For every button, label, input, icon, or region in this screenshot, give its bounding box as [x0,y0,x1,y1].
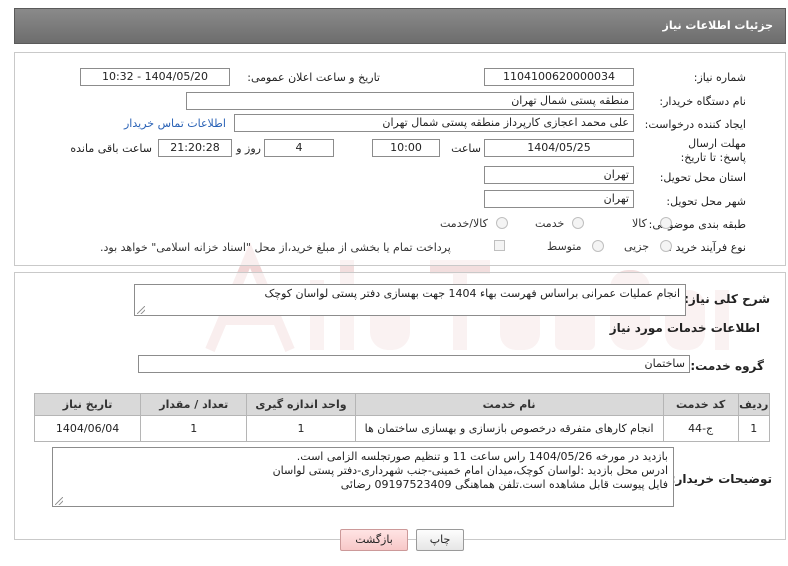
deadline-time-field: 10:00 [372,139,440,157]
category-radio-goods[interactable] [660,217,672,229]
cell-date: 1404/06/04 [33,415,142,442]
need-number-field: 1104100620000034 [484,68,634,86]
page-header: جزئیات اطلاعات نیاز [14,8,786,44]
col-quantity: تعداد / مقدار [140,393,248,416]
table-row: 1 ج-44 انجام کارهای متفرقه درخصوص بازساز… [33,415,771,442]
col-code: کد خدمت [662,393,739,416]
resize-grip-icon[interactable] [137,306,145,314]
buyer-notes-line: فایل پیوست قابل مشاهده است.تلفن هماهنگی … [340,478,668,491]
province-field: تهران [484,166,634,184]
col-date: تاریخ نیاز [33,393,142,416]
remaining-time-label: ساعت باقی مانده [70,142,152,155]
summary-textarea: انجام عملیات عمرانی براساس فهرست بهاء 14… [134,284,686,316]
cell-name: انجام کارهای متفرقه درخصوص بازسازی و بهس… [354,415,664,442]
cell-code: ج-44 [662,415,739,442]
buyer-notes-line: بازدید در مورخه 1404/05/26 راس ساعت 11 و… [296,450,668,463]
treasury-payment-note: پرداخت تمام یا بخشی از مبلغ خرید،از محل … [100,241,451,254]
process-type-label: نوع فرآیند خرید : [668,241,746,254]
summary-label: شرح کلی نیاز: [684,292,770,306]
category-option-goods-service: کالا/خدمت [440,217,488,230]
buyer-notes-textarea: بازدید در مورخه 1404/05/26 راس ساعت 11 و… [52,447,674,507]
announce-date-field: 1404/05/20 - 10:32 [80,68,230,86]
page-title: جزئیات اطلاعات نیاز [662,19,774,32]
city-label: شهر محل تحویل: [666,195,746,208]
deadline-date-field: 1404/05/25 [484,139,634,157]
services-section-title: اطلاعات خدمات مورد نیاز [609,321,760,335]
deadline-label-text: مهلت ارسال پاسخ: تا تاریخ: [680,137,746,164]
announce-date-label: تاریخ و ساعت اعلان عمومی: [247,71,380,84]
service-group-field: ساختمان [138,355,690,373]
deadline-time-label: ساعت [451,142,481,155]
col-name: نام خدمت [354,393,664,416]
resize-grip-icon[interactable] [55,497,63,505]
category-radio-service[interactable] [572,217,584,229]
remaining-time-field: 21:20:28 [158,139,232,157]
buyer-notes-line: ادرس محل بازدید :لواسان کوچک،میدان امام … [272,464,668,477]
buyer-contact-link[interactable]: اطلاعات تماس خریدار [124,117,226,130]
category-radio-goods-service[interactable] [496,217,508,229]
city-field: تهران [484,190,634,208]
deadline-label: مهلت ارسال پاسخ: تا تاریخ: [661,137,746,165]
services-table: ردیف کد خدمت نام خدمت واحد اندازه گیری ت… [33,393,771,442]
requester-field: علی محمد اعجازی کارپرداز منطقه پستی شمال… [234,114,634,132]
services-table-header: ردیف کد خدمت نام خدمت واحد اندازه گیری ت… [33,393,771,416]
requester-label: ایجاد کننده درخواست: [644,118,746,131]
buyer-org-label: نام دستگاه خریدار: [659,95,746,108]
col-unit: واحد اندازه گیری [246,393,356,416]
cell-unit: 1 [246,415,356,442]
service-group-label: گروه خدمت: [690,359,764,373]
days-remaining-field: 4 [264,139,334,157]
print-button[interactable]: چاپ [416,529,464,551]
process-radio-medium[interactable] [592,240,604,252]
days-label: روز و [236,142,261,155]
process-option-medium: متوسط [547,240,582,253]
process-radio-minor[interactable] [660,240,672,252]
treasury-payment-checkbox[interactable] [494,240,505,251]
back-button[interactable]: بازگشت [340,529,408,551]
category-option-goods: کالا [632,217,647,230]
buyer-notes-label: توضیحات خریدار: [670,472,772,486]
category-option-service: خدمت [535,217,565,230]
province-label: استان محل تحویل: [659,171,746,184]
cell-quantity: 1 [140,415,248,442]
process-option-minor: جزیی [624,240,650,253]
col-row: ردیف [737,393,771,416]
cell-row: 1 [737,415,771,442]
need-number-label: شماره نیاز: [693,71,746,84]
buyer-org-field: منطقه پستی شمال تهران [186,92,634,110]
summary-text: انجام عملیات عمرانی براساس فهرست بهاء 14… [264,287,680,300]
